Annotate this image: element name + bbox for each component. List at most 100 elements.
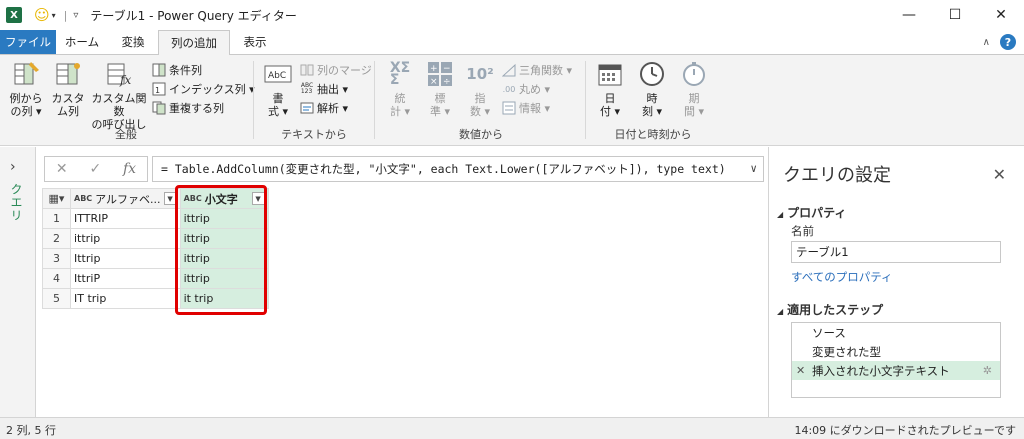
applied-steps-section-header[interactable]: ◢ 適用したステップ bbox=[777, 301, 883, 318]
all-properties-link[interactable]: すべてのプロパティ bbox=[791, 269, 893, 285]
filter-dropdown-icon[interactable]: ▼ bbox=[251, 192, 265, 205]
duplicate-column-button[interactable]: 重複する列 bbox=[152, 99, 224, 117]
trigonometry-button[interactable]: 三角関数 ▾ bbox=[502, 61, 572, 79]
label-line: 刻 ▾ bbox=[641, 105, 663, 118]
minimize-button[interactable]: — bbox=[886, 0, 932, 30]
status-bar: 2 列, 5 行 14:09 にダウンロードされたプレビューです bbox=[0, 417, 1024, 439]
expand-formula-icon[interactable]: ∨ bbox=[750, 162, 757, 175]
scientific-button[interactable]: 10² 指 数 ▾ bbox=[460, 59, 500, 118]
table-cell[interactable]: IttriP bbox=[70, 268, 181, 289]
tab-add-column[interactable]: 列の追加 bbox=[158, 30, 230, 55]
column-from-examples-button[interactable]: 例から の列 ▾ bbox=[6, 59, 46, 118]
label-line: 付 ▾ bbox=[599, 105, 621, 118]
queries-pane-label[interactable]: クエリ bbox=[8, 183, 25, 222]
table-cell[interactable]: Ittrip bbox=[70, 248, 181, 269]
formula-bar: ✕ ✓ fx = Table.AddColumn(変更された型, "小文字", … bbox=[36, 147, 768, 187]
smiley-feedback-icon[interactable]: ☺ bbox=[34, 7, 50, 23]
data-grid: ▦▾ ABC アルファベ... ▼ ABC 小文字 ▼ 1 ITTRIP itt… bbox=[42, 188, 269, 309]
collapse-triangle-icon[interactable]: ◢ bbox=[777, 210, 783, 219]
table-cell[interactable]: ittrip bbox=[179, 228, 269, 249]
format-button[interactable]: AbC 書 式 ▾ bbox=[258, 59, 298, 118]
group-text: AbC 書 式 ▾ 列のマージ ABC 123 抽出 ▾ 解析 ▾ テキストから bbox=[256, 55, 372, 145]
text-type-icon[interactable]: ABC bbox=[184, 194, 202, 203]
group-label-number: 数値から bbox=[459, 128, 503, 141]
parse-button[interactable]: 解析 ▾ bbox=[300, 99, 348, 117]
standard-button[interactable]: + − × ÷ 標 準 ▾ bbox=[420, 59, 460, 118]
table-cell[interactable]: ittrip bbox=[179, 208, 269, 229]
clock-icon bbox=[637, 59, 667, 89]
label-line: の列 ▾ bbox=[10, 105, 42, 118]
table-menu-icon[interactable]: ▦▾ bbox=[42, 188, 71, 209]
cancel-icon[interactable]: ✕ bbox=[56, 161, 68, 177]
step-item[interactable]: ✕ 挿入された小文字テキスト ✲ bbox=[792, 361, 1000, 380]
tab-home[interactable]: ホーム bbox=[56, 30, 108, 54]
step-item[interactable]: ソース bbox=[792, 323, 1000, 342]
close-button[interactable]: ✕ bbox=[978, 0, 1024, 30]
rounding-button[interactable]: .00 丸め ▾ bbox=[502, 80, 550, 98]
statistics-sigma-icon: XΣ Σ bbox=[389, 60, 411, 88]
extract-button[interactable]: ABC 123 抽出 ▾ bbox=[300, 80, 348, 98]
ribbon-tabs: ファイル ホーム 変換 列の追加 表示 ∧ ? bbox=[0, 30, 1024, 55]
status-row-col-count: 2 列, 5 行 bbox=[6, 424, 56, 437]
information-label: 情報 ▾ bbox=[519, 102, 551, 115]
extract-abc-icon: ABC 123 bbox=[300, 82, 314, 95]
duration-button[interactable]: 期 間 ▾ bbox=[674, 59, 714, 118]
tab-view[interactable]: 表示 bbox=[230, 30, 280, 54]
conditional-column-button[interactable]: 条件列 bbox=[152, 61, 202, 79]
text-type-icon[interactable]: ABC bbox=[74, 194, 92, 203]
row-number: 5 bbox=[42, 288, 71, 309]
group-label-datetime: 日付と時刻から bbox=[614, 128, 692, 141]
index-column-button[interactable]: 1 インデックス列 ▾ bbox=[152, 80, 255, 98]
status-preview-time: 14:09 にダウンロードされたプレビューです bbox=[794, 424, 1016, 437]
step-label: ソース bbox=[812, 325, 846, 340]
date-button[interactable]: 日 付 ▾ bbox=[590, 59, 630, 118]
step-item[interactable]: 変更された型 bbox=[792, 342, 1000, 361]
step-label: 変更された型 bbox=[812, 344, 881, 359]
help-icon[interactable]: ? bbox=[1000, 34, 1016, 50]
tab-transform[interactable]: 変換 bbox=[108, 30, 158, 54]
custom-column-button[interactable]: カスタ ム列 bbox=[48, 59, 88, 118]
merge-columns-button[interactable]: 列のマージ bbox=[300, 61, 372, 79]
information-button[interactable]: 情報 ▾ bbox=[502, 99, 550, 117]
expand-queries-icon[interactable]: › bbox=[10, 159, 16, 175]
filter-dropdown-icon[interactable]: ▼ bbox=[163, 192, 177, 205]
label-line: 例から bbox=[9, 92, 43, 105]
close-settings-icon[interactable]: ✕ bbox=[993, 165, 1006, 184]
extract-label: 抽出 ▾ bbox=[317, 83, 349, 96]
time-button[interactable]: 時 刻 ▾ bbox=[632, 59, 672, 118]
svg-text:+: + bbox=[430, 64, 438, 74]
column-header-alphabet[interactable]: ABC アルファベ... ▼ bbox=[70, 188, 181, 209]
maximize-button[interactable]: ☐ bbox=[932, 0, 978, 30]
table-cell[interactable]: ittrip bbox=[179, 268, 269, 289]
table-cell[interactable]: ittrip bbox=[179, 248, 269, 269]
table-cell[interactable]: ITTRIP bbox=[70, 208, 181, 229]
invoke-custom-function-button[interactable]: fx カスタム関数 の呼び出し bbox=[90, 59, 148, 131]
properties-section-header[interactable]: ◢ プロパティ bbox=[777, 204, 846, 221]
fx-icon[interactable]: fx bbox=[123, 161, 136, 177]
tab-file[interactable]: ファイル bbox=[0, 30, 56, 54]
scientific-power-icon: 10² bbox=[466, 65, 494, 83]
formula-input[interactable]: = Table.AddColumn(変更された型, "小文字", each Te… bbox=[152, 156, 764, 182]
gear-icon[interactable]: ✲ bbox=[983, 364, 992, 377]
parse-icon bbox=[300, 101, 314, 115]
queries-pane-collapsed[interactable]: › クエリ bbox=[0, 147, 36, 417]
collapse-triangle-icon[interactable]: ◢ bbox=[777, 307, 783, 316]
collapse-ribbon-icon[interactable]: ∧ bbox=[983, 37, 990, 48]
delete-step-icon[interactable]: ✕ bbox=[796, 364, 805, 377]
query-name-input[interactable]: テーブル1 bbox=[791, 241, 1001, 263]
group-separator bbox=[585, 61, 586, 139]
row-number: 1 bbox=[42, 208, 71, 229]
qat-customize-icon[interactable]: ▿ bbox=[73, 10, 78, 21]
table-cell[interactable]: ittrip bbox=[70, 228, 181, 249]
label-line: カスタ bbox=[51, 92, 85, 105]
table-cell[interactable]: IT trip bbox=[70, 288, 181, 309]
label-line: 標 bbox=[434, 92, 446, 105]
formula-buttons: ✕ ✓ fx bbox=[44, 156, 148, 182]
format-abc-icon: AbC bbox=[263, 59, 293, 89]
statistics-button[interactable]: XΣ Σ 統 計 ▾ bbox=[380, 59, 420, 118]
commit-icon[interactable]: ✓ bbox=[89, 161, 101, 177]
applied-steps-list: ソース 変更された型 ✕ 挿入された小文字テキスト ✲ bbox=[791, 322, 1001, 398]
column-header-lowercase[interactable]: ABC 小文字 ▼ bbox=[179, 188, 269, 209]
table-cell[interactable]: it trip bbox=[179, 288, 269, 309]
chevron-down-icon[interactable]: ▾ bbox=[52, 11, 56, 20]
